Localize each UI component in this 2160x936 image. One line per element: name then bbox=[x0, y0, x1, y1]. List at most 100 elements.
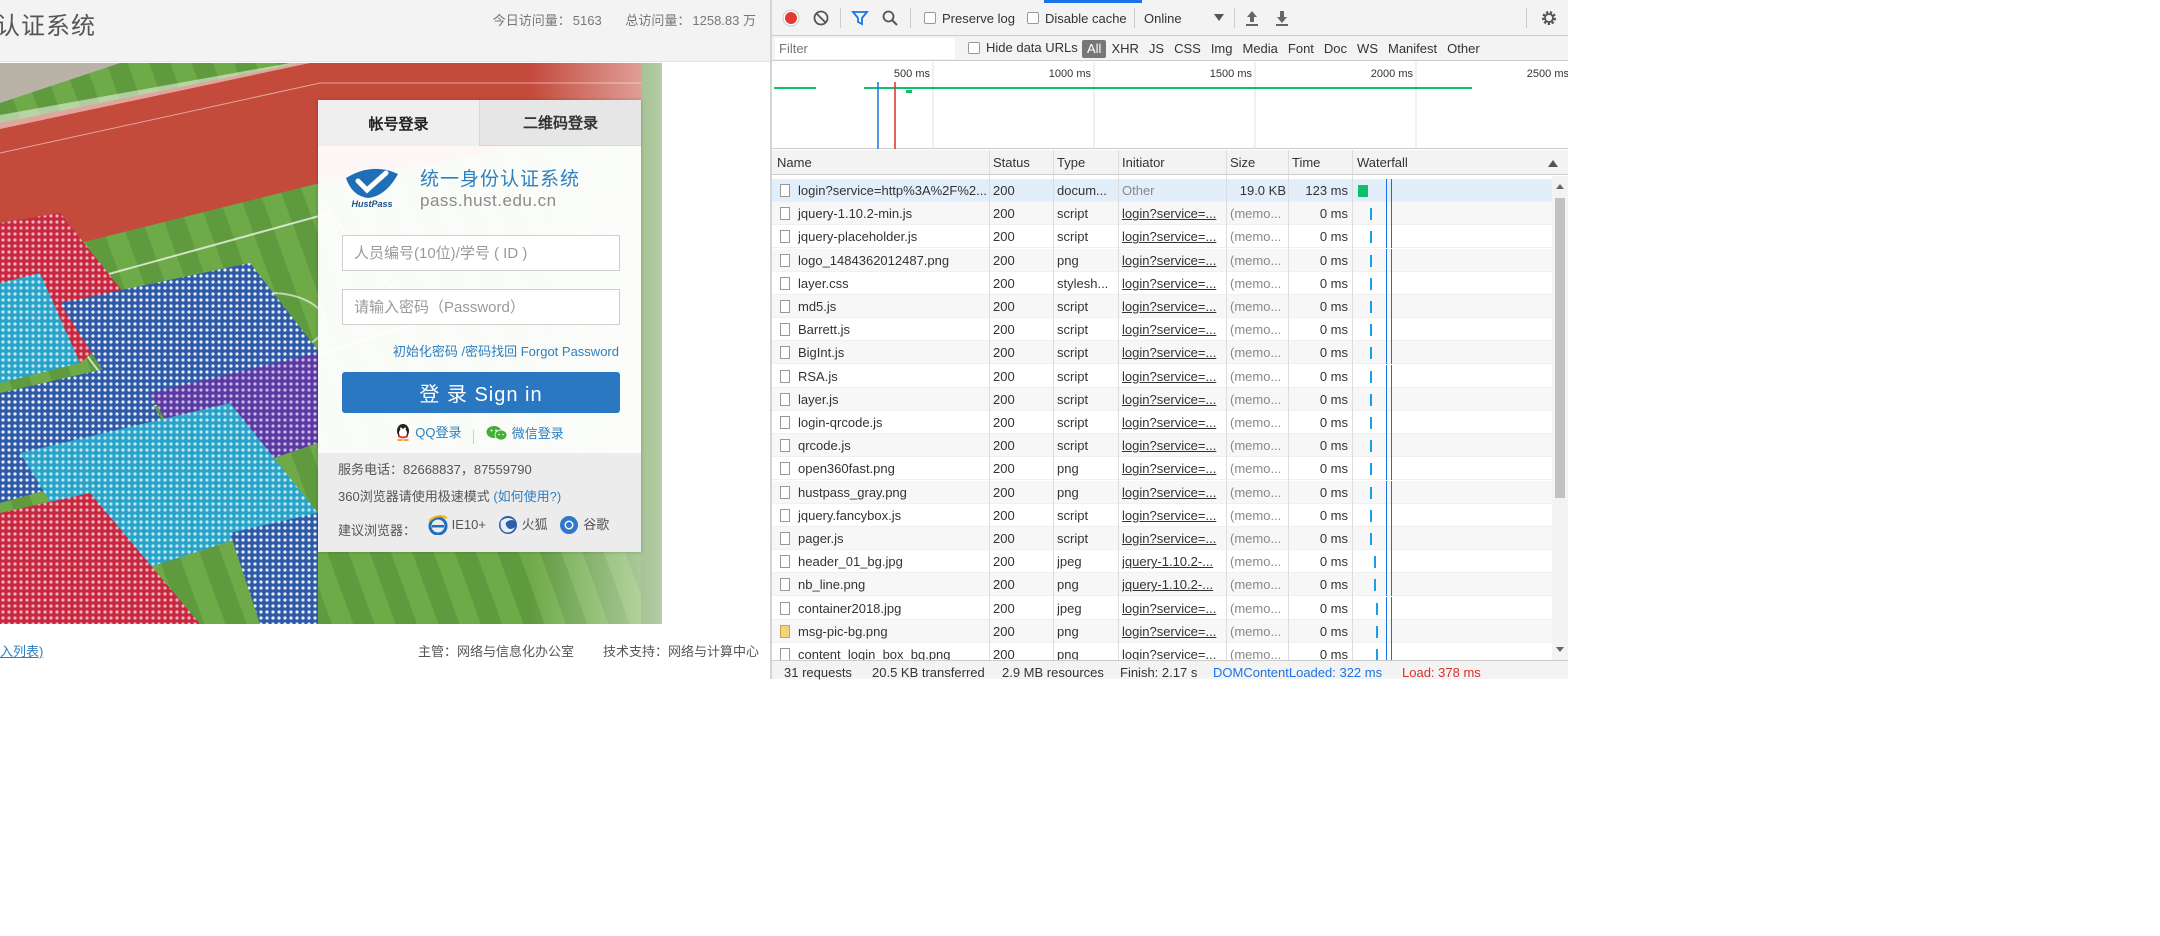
request-row[interactable]: layer.js 200 script login?service=... (memo.… bbox=[772, 387, 1568, 411]
request-row[interactable]: qrcode.js 200 script login?service=... (memo… bbox=[772, 434, 1568, 458]
type-filter-doc[interactable]: Doc bbox=[1319, 40, 1352, 58]
import-har-button[interactable] bbox=[1244, 8, 1260, 28]
scroll-down-arrow-icon[interactable] bbox=[1552, 644, 1568, 656]
request-initiator[interactable]: login?service=... bbox=[1122, 620, 1224, 643]
request-row[interactable]: container2018.jpg 200 jpeg login?service=..… bbox=[772, 596, 1568, 620]
scroll-up-arrow-icon[interactable] bbox=[1552, 180, 1568, 192]
request-row[interactable]: nb_line.png 200 png jquery-1.10.2-... (memo.… bbox=[772, 573, 1568, 597]
col-name-header[interactable]: Name bbox=[777, 150, 985, 175]
request-name[interactable]: content_login_box_bg.png bbox=[780, 643, 988, 660]
request-name[interactable]: jquery.fancybox.js bbox=[780, 504, 988, 527]
request-name[interactable]: logo_1484362012487.png bbox=[780, 249, 988, 272]
col-status-header[interactable]: Status bbox=[993, 150, 1051, 175]
filter-input[interactable] bbox=[775, 38, 955, 59]
request-initiator[interactable]: login?service=... bbox=[1122, 202, 1224, 225]
export-har-button[interactable] bbox=[1274, 8, 1290, 28]
col-waterfall-header[interactable]: Waterfall bbox=[1357, 150, 1537, 175]
col-size-header[interactable]: Size bbox=[1230, 150, 1286, 175]
password-input[interactable] bbox=[342, 289, 620, 325]
settings-button[interactable] bbox=[1540, 8, 1558, 28]
type-filter-css[interactable]: CSS bbox=[1169, 40, 1206, 58]
sign-in-button[interactable]: 登 录 Sign in bbox=[342, 372, 620, 413]
request-name[interactable]: jquery-1.10.2-min.js bbox=[780, 202, 988, 225]
preserve-log-checkbox[interactable]: Preserve log bbox=[924, 8, 1015, 28]
col-time-header[interactable]: Time bbox=[1292, 150, 1348, 175]
request-row[interactable]: open360fast.png 200 png login?service=... (m… bbox=[772, 457, 1568, 481]
request-initiator[interactable]: login?service=... bbox=[1122, 411, 1224, 434]
request-initiator[interactable]: login?service=... bbox=[1122, 597, 1224, 620]
type-filter-ws[interactable]: WS bbox=[1352, 40, 1383, 58]
request-row[interactable]: jquery-placeholder.js 200 script login?serv… bbox=[772, 225, 1568, 249]
request-row[interactable]: jquery.fancybox.js 200 script login?service… bbox=[772, 503, 1568, 527]
tab-qrcode-login[interactable]: 二维码登录 bbox=[479, 100, 641, 146]
type-filter-xhr[interactable]: XHR bbox=[1106, 40, 1143, 58]
request-name[interactable]: open360fast.png bbox=[780, 457, 988, 480]
request-row[interactable]: BigInt.js 200 script login?service=... (memo… bbox=[772, 341, 1568, 365]
wechat-login-link[interactable]: 微信登录 bbox=[486, 423, 564, 442]
request-name[interactable]: layer.js bbox=[780, 388, 988, 411]
request-initiator[interactable]: login?service=... bbox=[1122, 272, 1224, 295]
request-row[interactable]: jquery-1.10.2-min.js 200 script login?servi… bbox=[772, 202, 1568, 226]
request-row[interactable]: md5.js 200 script login?service=... (memo...… bbox=[772, 295, 1568, 318]
qq-login-link[interactable]: QQ登录 bbox=[395, 422, 461, 441]
request-row[interactable]: login-qrcode.js 200 script login?service=..… bbox=[772, 411, 1568, 434]
request-name[interactable]: container2018.jpg bbox=[780, 597, 988, 620]
request-name[interactable]: nb_line.png bbox=[780, 573, 988, 596]
request-initiator[interactable]: login?service=... bbox=[1122, 527, 1224, 550]
type-filter-img[interactable]: Img bbox=[1206, 40, 1238, 58]
hide-data-urls-box[interactable] bbox=[968, 41, 980, 54]
request-name[interactable]: BigInt.js bbox=[780, 341, 988, 364]
col-initiator-header[interactable]: Initiator bbox=[1122, 150, 1222, 175]
request-name[interactable]: header_01_bg.jpg bbox=[780, 550, 988, 573]
request-row[interactable]: header_01_bg.jpg 200 jpeg jquery-1.10.2-...… bbox=[772, 550, 1568, 574]
request-initiator[interactable]: login?service=... bbox=[1122, 249, 1224, 272]
username-input[interactable] bbox=[342, 235, 620, 271]
request-initiator[interactable]: login?service=... bbox=[1122, 643, 1224, 660]
forgot-password-link[interactable]: 初始化密码 /密码找回 Forgot Password bbox=[393, 341, 619, 360]
throttling-select[interactable]: Online bbox=[1144, 8, 1224, 28]
request-name[interactable]: md5.js bbox=[780, 295, 988, 318]
request-name[interactable]: pager.js bbox=[780, 527, 988, 550]
type-filter-font[interactable]: Font bbox=[1283, 40, 1319, 58]
filter-toggle-button[interactable] bbox=[851, 8, 869, 28]
disable-cache-box[interactable] bbox=[1027, 12, 1039, 24]
firefox-browser[interactable]: 火狐 bbox=[498, 515, 548, 535]
request-initiator[interactable]: login?service=... bbox=[1122, 388, 1224, 411]
type-filter-media[interactable]: Media bbox=[1237, 40, 1282, 58]
type-filter-js[interactable]: JS bbox=[1144, 40, 1169, 58]
request-initiator[interactable]: login?service=... bbox=[1122, 318, 1224, 341]
request-name[interactable]: layer.css bbox=[780, 272, 988, 295]
hide-data-urls-checkbox[interactable]: Hide data URLs bbox=[968, 40, 1078, 55]
type-filter-other[interactable]: Other bbox=[1442, 40, 1485, 58]
request-row[interactable]: pager.js 200 script login?service=... (memo.… bbox=[772, 527, 1568, 550]
request-name[interactable]: Barrett.js bbox=[780, 318, 988, 341]
col-type-header[interactable]: Type bbox=[1057, 150, 1117, 175]
type-filter-manifest[interactable]: Manifest bbox=[1383, 40, 1442, 58]
request-name[interactable]: hustpass_gray.png bbox=[780, 481, 988, 504]
request-row[interactable]: layer.css 200 stylesh... login?service=... (… bbox=[772, 271, 1568, 295]
record-button[interactable] bbox=[782, 8, 800, 28]
request-row[interactable]: content_login_box_bg.png 200 png login?serv… bbox=[772, 643, 1568, 660]
footer-list-link[interactable]: 入列表) bbox=[0, 641, 43, 660]
table-scrollbar[interactable] bbox=[1552, 176, 1568, 660]
request-row[interactable]: msg-pic-bg.png 200 png login?service=... (me… bbox=[772, 619, 1568, 643]
request-name[interactable]: jquery-placeholder.js bbox=[780, 225, 988, 248]
chrome-browser[interactable]: 谷歌 bbox=[559, 515, 609, 535]
tab-account-login[interactable]: 帐号登录 bbox=[318, 100, 479, 146]
request-initiator[interactable]: login?service=... bbox=[1122, 341, 1224, 364]
request-row[interactable]: Barrett.js 200 script login?service=... (mem… bbox=[772, 318, 1568, 342]
request-initiator[interactable]: jquery-1.10.2-... bbox=[1122, 573, 1224, 596]
request-row[interactable]: RSA.js 200 script login?service=... (memo...… bbox=[772, 364, 1568, 388]
disable-cache-checkbox[interactable]: Disable cache bbox=[1027, 8, 1127, 28]
request-name[interactable]: qrcode.js bbox=[780, 434, 988, 457]
request-initiator[interactable]: login?service=... bbox=[1122, 481, 1224, 504]
request-name[interactable]: login?service=http%3A%2F%2... bbox=[780, 179, 988, 202]
request-row[interactable]: login?service=http%3A%2F%2... 200 docum...… bbox=[772, 179, 1568, 202]
scrollbar-thumb[interactable] bbox=[1555, 198, 1565, 498]
request-initiator[interactable]: login?service=... bbox=[1122, 225, 1224, 248]
request-initiator[interactable]: login?service=... bbox=[1122, 504, 1224, 527]
request-initiator[interactable]: login?service=... bbox=[1122, 365, 1224, 388]
request-row[interactable]: logo_1484362012487.png 200 png login?servic… bbox=[772, 248, 1568, 272]
request-name[interactable]: msg-pic-bg.png bbox=[780, 620, 988, 643]
ie-browser[interactable]: IE10+ bbox=[427, 515, 486, 535]
